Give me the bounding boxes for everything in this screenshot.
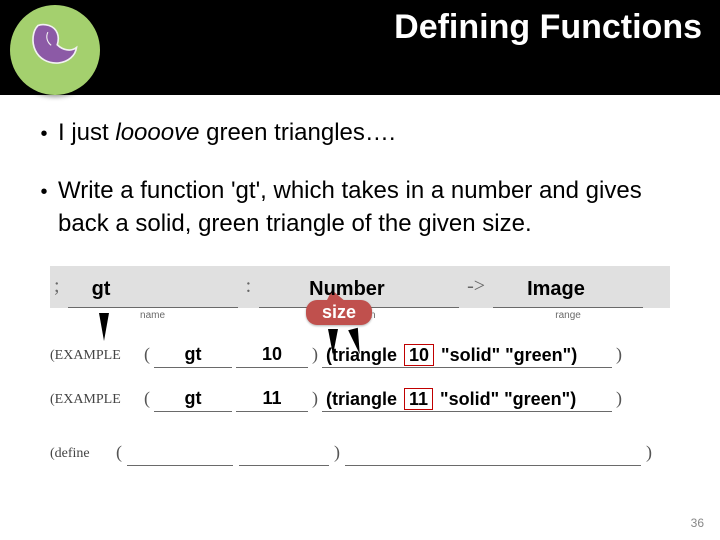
paren-close: ) [334,442,340,463]
logo [10,5,110,105]
contract-range-value: Image [527,278,585,301]
sublabel-name: name [140,310,165,321]
text-fragment: green triangles…. [199,119,395,146]
contract-domain-value: Number [309,278,385,301]
define-blank-arg [239,442,329,466]
bullet-dot: • [30,121,58,148]
arrow-down-icon [328,329,338,355]
define-blank-name [127,442,233,466]
paren-close: ) [616,344,622,365]
text-emphasis: loooove [115,119,199,146]
text-fragment: I just [58,119,115,146]
paren-open: ( [116,442,122,463]
define-row: (define ( ) ) [50,436,670,466]
header-bar: Defining Functions [0,0,720,95]
semicolon: ; [54,275,60,298]
worksheet: ; gt name : Number domain -> Image range… [30,266,690,466]
define-label: (define [50,446,114,462]
example-body: (triangle 11 "solid" "green") [322,388,612,412]
slide-title: Defining Functions [394,8,702,47]
paren-open: ( [144,344,150,365]
boxed-value: 10 [404,344,434,366]
paren-close: ) [312,344,318,365]
bullet-1: • I just loooove green triangles…. [30,117,690,149]
example-body: (triangle 10 "solid" "green") [322,344,612,368]
paren-close: ) [312,388,318,409]
example-label: (EXAMPLE [50,392,142,408]
blank-range: Image range [493,280,643,308]
logo-circle [10,5,100,95]
paren-close: ) [646,442,652,463]
bullet-text-1: I just loooove green triangles…. [58,117,396,149]
colon: : [246,275,252,298]
content-area: • I just loooove green triangles…. • Wri… [0,95,720,466]
define-blank-body [345,442,641,466]
contract-name-value: gt [92,278,111,301]
callout-size: size [306,300,372,325]
boot-icon [22,20,87,75]
bullet-text-2: Write a function 'gt', which takes in a … [58,175,690,240]
arrow-down-icon [99,313,109,341]
bullet-dot: • [30,179,58,206]
boxed-value: 11 [404,388,433,410]
sublabel-range: range [555,310,581,321]
blank-name: gt name [68,280,238,308]
example-arg: 10 [236,344,308,368]
bullet-2: • Write a function 'gt', which takes in … [30,175,690,240]
arrow: -> [467,275,485,298]
callout-text: size [322,302,356,322]
example-arg: 11 [236,388,308,412]
example-label: (EXAMPLE [50,348,142,364]
body-post: "solid" "green") [436,345,577,365]
paren-close: ) [616,388,622,409]
example-name: gt [154,388,232,412]
paren-open: ( [144,388,150,409]
body-post: "solid" "green") [435,389,576,409]
example-row-2: (EXAMPLE ( gt 11 ) (triangle 11 "solid" … [50,382,670,412]
page-number: 36 [691,516,704,530]
example-name: gt [154,344,232,368]
body-pre: (triangle [326,389,402,409]
